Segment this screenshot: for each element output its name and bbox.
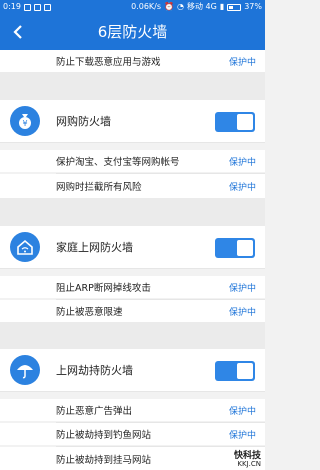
list-item: 防止恶意广告弹出 保护中: [0, 399, 265, 421]
home-firewall-toggle[interactable]: [215, 238, 255, 258]
watermark-sub: KKJ.CN: [237, 460, 261, 468]
section-header-shopping-firewall: ¥ 网购防火墙: [0, 100, 265, 142]
status-text: 保护中: [228, 182, 256, 193]
section-header-hijack-firewall: 上网劫持防火墙: [0, 349, 265, 391]
watermark-main: 快科技: [233, 451, 261, 461]
status-text: 保护中: [228, 57, 256, 68]
item-label: 保护淘宝、支付宝等网购帐号: [56, 157, 180, 168]
network-speed: 0.06K/s: [131, 2, 162, 11]
list-item: 防止下载恶意应用与游戏 保护中: [0, 50, 265, 72]
carrier-label: 移动 4G: [186, 2, 217, 11]
hijack-firewall-toggle[interactable]: [215, 361, 255, 381]
section-title: 上网劫持防火墙: [56, 364, 133, 377]
item-label: 网购时拦截所有风险: [56, 182, 142, 193]
item-label: 阻止ARP断网掉线攻击: [56, 283, 151, 294]
item-label: 防止被劫持到挂马网站: [56, 454, 152, 466]
list-item: 网购时拦截所有风险 保护中: [0, 174, 265, 198]
status-text: 保护中: [228, 157, 256, 168]
section-header-home-network-firewall: 家庭上网防火墙: [0, 226, 265, 268]
home-wifi-icon: [10, 232, 40, 262]
notification-icon: [23, 3, 31, 11]
item-label: 防止恶意广告弹出: [56, 406, 133, 417]
status-text: 保护中: [228, 307, 256, 318]
wifi-icon: ◔: [176, 2, 184, 11]
status-bar: 0:19 0.06K/s ⏰ ◔ 移动 4G ▮ 37%: [0, 0, 265, 14]
list-item: 防止被劫持到钓鱼网站 保护中: [0, 423, 265, 445]
status-text: 保护中: [228, 406, 256, 417]
umbrella-icon: [10, 355, 40, 385]
status-time: 0:19: [3, 2, 21, 11]
watermark: 快科技 KKJ.CN: [233, 451, 261, 469]
battery-percent: 37%: [244, 2, 262, 11]
item-label: 防止被劫持到钓鱼网站: [56, 430, 152, 441]
item-label: 防止下载恶意应用与游戏: [56, 57, 161, 68]
signal-icon: ▮: [219, 2, 225, 11]
status-text: 保护中: [228, 430, 256, 441]
shopping-firewall-toggle[interactable]: [215, 112, 255, 132]
list-item: 防止被恶意限速 保护中: [0, 300, 265, 322]
list-item: 防止被劫持到挂马网站: [0, 447, 265, 470]
item-label: 防止被恶意限速: [56, 307, 123, 318]
money-bag-icon: ¥: [10, 106, 40, 136]
list-item: 阻止ARP断网掉线攻击 保护中: [0, 276, 265, 298]
section-title: 网购防火墙: [56, 115, 111, 128]
status-text: 保护中: [228, 283, 256, 294]
message-icon: [43, 3, 51, 11]
battery-icon: [227, 3, 242, 11]
section-title: 家庭上网防火墙: [56, 241, 133, 254]
list-item: 保护淘宝、支付宝等网购帐号 保护中: [0, 150, 265, 172]
app-notification-icon: [33, 3, 41, 11]
svg-text:¥: ¥: [22, 119, 27, 128]
page-title: 6层防火墙: [97, 23, 168, 41]
title-bar: 6层防火墙: [0, 14, 265, 50]
alarm-icon: ⏰: [164, 2, 174, 11]
